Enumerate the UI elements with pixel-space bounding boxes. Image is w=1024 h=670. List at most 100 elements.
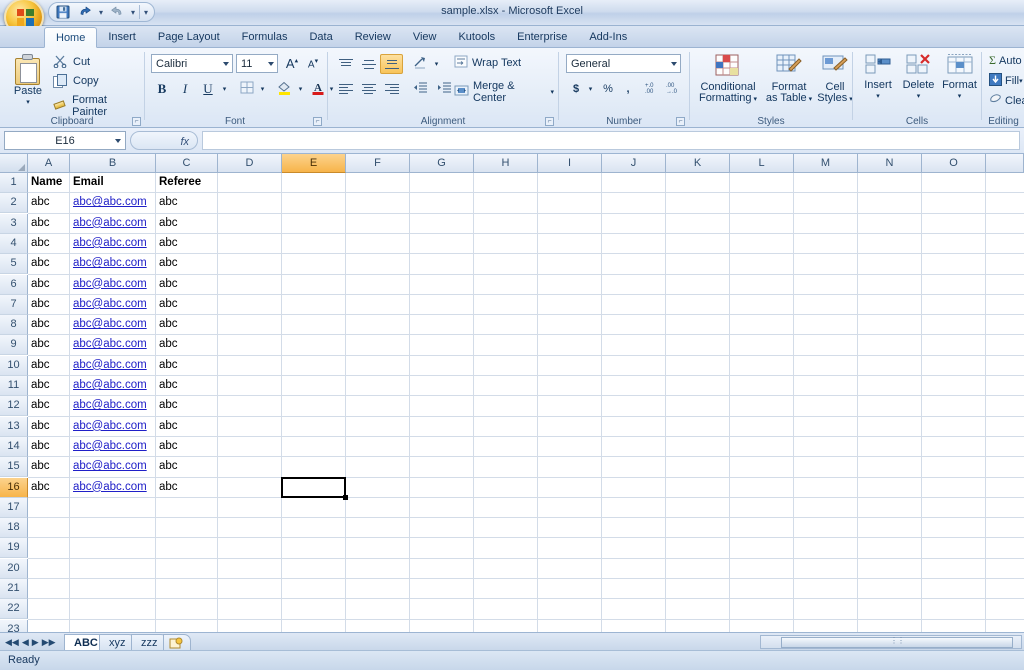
column-header-l[interactable]: L — [730, 154, 794, 173]
cell-A11[interactable]: abc — [28, 376, 70, 396]
clear-button[interactable]: Clea — [986, 92, 1024, 109]
cell-A3[interactable]: abc — [28, 214, 70, 234]
prev-sheet-icon[interactable]: ◀ — [22, 637, 29, 648]
cell-C1[interactable]: Referee — [156, 173, 218, 193]
cell-B1[interactable]: Email — [70, 173, 156, 193]
bold-button[interactable]: B — [151, 79, 173, 99]
format-as-table-chevron-down-icon[interactable]: ▾ — [807, 96, 813, 103]
cell-link-B7[interactable]: abc@abc.com — [70, 295, 156, 315]
tab-review[interactable]: Review — [344, 26, 402, 48]
alignment-dialog-launcher[interactable]: ⌐ — [545, 117, 554, 126]
hyperlink-B4[interactable]: abc@abc.com — [73, 237, 147, 249]
column-header-f[interactable]: F — [346, 154, 410, 173]
font-size-combobox[interactable]: 11 — [236, 54, 278, 73]
cell-C5[interactable]: abc — [156, 254, 218, 274]
cell-A10[interactable]: abc — [28, 356, 70, 376]
hyperlink-B10[interactable]: abc@abc.com — [73, 359, 147, 371]
cell-A4[interactable]: abc — [28, 234, 70, 254]
hyperlink-B11[interactable]: abc@abc.com — [73, 379, 147, 391]
cell-link-B14[interactable]: abc@abc.com — [70, 437, 156, 457]
align-middle-button[interactable] — [357, 54, 380, 74]
row-header-17[interactable]: 17 — [0, 497, 28, 518]
cell-A14[interactable]: abc — [28, 437, 70, 457]
row-header-19[interactable]: 19 — [0, 538, 28, 559]
borders-button[interactable] — [235, 79, 258, 99]
hyperlink-B6[interactable]: abc@abc.com — [73, 278, 147, 290]
italic-button[interactable]: I — [174, 79, 196, 99]
cell-link-B8[interactable]: abc@abc.com — [70, 315, 156, 335]
cell-C12[interactable]: abc — [156, 396, 218, 416]
row-header-15[interactable]: 15 — [0, 457, 28, 478]
last-sheet-icon[interactable]: ▶▶ — [42, 637, 56, 648]
row-header-13[interactable]: 13 — [0, 416, 28, 437]
currency-chevron-down-icon[interactable]: ▾ — [585, 79, 596, 99]
cell-C2[interactable]: abc — [156, 193, 218, 213]
cell-A8[interactable]: abc — [28, 315, 70, 335]
paste-button[interactable]: Paste ▾ — [6, 54, 50, 108]
insert-cells-button[interactable]: Insert ▾ — [858, 53, 898, 102]
cell-styles-button[interactable]: Cell Styles ▾ — [815, 53, 855, 105]
merge-center-chevron-down-icon[interactable]: ▾ — [550, 88, 554, 96]
format-cells-button[interactable]: Format ▾ — [939, 53, 980, 102]
underline-chevron-down-icon[interactable]: ▾ — [219, 79, 230, 99]
formula-buttons-zone[interactable]: fx — [130, 131, 198, 150]
cell-C13[interactable]: abc — [156, 417, 218, 437]
font-name-combobox[interactable]: Calibri — [151, 54, 233, 73]
cell-A5[interactable]: abc — [28, 254, 70, 274]
format-as-table-button[interactable]: Format as Table ▾ — [763, 53, 815, 105]
fill-chevron-down-icon[interactable]: ▾ — [1019, 77, 1023, 85]
column-header-n[interactable]: N — [858, 154, 922, 173]
row-header-10[interactable]: 10 — [0, 355, 28, 376]
horizontal-scrollbar[interactable] — [760, 635, 1022, 649]
row-header-20[interactable]: 20 — [0, 558, 28, 579]
fill-color-chevron-down-icon[interactable]: ▾ — [295, 79, 306, 99]
format-cells-chevron-down-icon[interactable]: ▾ — [958, 91, 962, 102]
next-sheet-icon[interactable]: ▶ — [32, 637, 39, 648]
row-header-18[interactable]: 18 — [0, 518, 28, 539]
align-bottom-button[interactable] — [380, 54, 403, 74]
cell-A13[interactable]: abc — [28, 417, 70, 437]
horizontal-scroll-thumb[interactable] — [781, 637, 1013, 648]
cell-C15[interactable]: abc — [156, 457, 218, 477]
cell-C3[interactable]: abc — [156, 214, 218, 234]
number-dialog-launcher[interactable]: ⌐ — [676, 117, 685, 126]
cell-A6[interactable]: abc — [28, 275, 70, 295]
hyperlink-B14[interactable]: abc@abc.com — [73, 440, 147, 452]
row-header-9[interactable]: 9 — [0, 335, 28, 356]
insert-cells-chevron-down-icon[interactable]: ▾ — [876, 91, 880, 102]
conditional-formatting-button[interactable]: Conditional Formatting ▾ — [695, 53, 761, 105]
column-header-d[interactable]: D — [218, 154, 282, 173]
tab-add-ins[interactable]: Add-Ins — [578, 26, 638, 48]
row-header-23[interactable]: 23 — [0, 619, 28, 632]
wrap-text-button[interactable]: Wrap Text — [451, 54, 524, 72]
tab-insert[interactable]: Insert — [97, 26, 147, 48]
cell-link-B4[interactable]: abc@abc.com — [70, 234, 156, 254]
clipboard-dialog-launcher[interactable]: ⌐ — [132, 117, 141, 126]
cell-A7[interactable]: abc — [28, 295, 70, 315]
column-header-i[interactable]: I — [538, 154, 602, 173]
decrease-decimal-button[interactable]: .00 →.0 — [662, 79, 683, 99]
conditional-formatting-chevron-down-icon[interactable]: ▾ — [752, 96, 757, 103]
merge-center-button[interactable]: Merge & Center ▾ — [451, 79, 557, 105]
font-dialog-launcher[interactable]: ⌐ — [313, 117, 322, 126]
column-header-j[interactable]: J — [602, 154, 666, 173]
cell-C14[interactable]: abc — [156, 437, 218, 457]
cell-C10[interactable]: abc — [156, 356, 218, 376]
tab-enterprise[interactable]: Enterprise — [506, 26, 578, 48]
align-top-button[interactable] — [334, 54, 357, 74]
cell-A15[interactable]: abc — [28, 457, 70, 477]
orientation-chevron-down-icon[interactable]: ▾ — [431, 54, 442, 74]
fill-color-button[interactable] — [273, 79, 296, 99]
grow-font-button[interactable]: A▴ — [282, 54, 302, 73]
borders-chevron-down-icon[interactable]: ▾ — [257, 79, 268, 99]
cell-link-B10[interactable]: abc@abc.com — [70, 356, 156, 376]
column-header-m[interactable]: M — [794, 154, 858, 173]
cell-C8[interactable]: abc — [156, 315, 218, 335]
cell-link-B16[interactable]: abc@abc.com — [70, 478, 156, 498]
percent-button[interactable]: % — [598, 79, 618, 99]
cell-A9[interactable]: abc — [28, 335, 70, 355]
select-all-corner[interactable] — [0, 154, 28, 173]
row-header-22[interactable]: 22 — [0, 599, 28, 620]
row-header-16[interactable]: 16 — [0, 477, 28, 498]
cell-link-B5[interactable]: abc@abc.com — [70, 254, 156, 274]
